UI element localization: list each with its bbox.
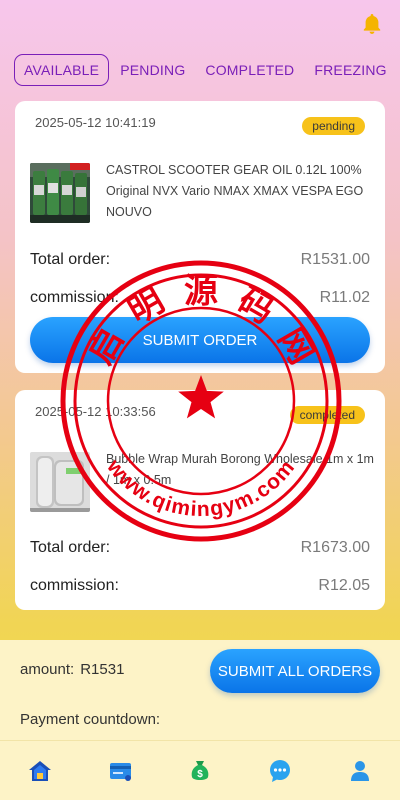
submit-all-orders-button[interactable]: SUBMIT ALL ORDERS — [210, 649, 380, 693]
user-icon — [351, 760, 369, 781]
status-badge: pending — [302, 117, 365, 135]
submit-order-button[interactable]: SUBMIT ORDER — [30, 317, 370, 363]
amount-label: amount: — [20, 661, 75, 678]
commission-label: commission: — [30, 289, 119, 306]
total-order-label: Total order: — [30, 251, 111, 268]
order-card: 2025-05-12 10:33:56 completed Bubble Wra… — [15, 390, 385, 610]
amount-display: amount: R1531 — [20, 661, 124, 678]
commission-row: commission: R11.02 — [30, 289, 370, 307]
tab-available[interactable]: AVAILABLE — [14, 54, 110, 86]
wallet-card-icon — [110, 762, 131, 781]
money-bag-icon: $ — [191, 760, 209, 780]
total-order-value: R1673.00 — [300, 539, 370, 556]
commission-row: commission: R12.05 — [30, 577, 370, 595]
home-icon — [29, 760, 51, 781]
nav-messages[interactable] — [260, 751, 300, 791]
product-image — [30, 452, 90, 512]
total-order-label: Total order: — [30, 539, 111, 556]
product-name: Bubble Wrap Murah Borong Wholesale 1m x … — [106, 452, 374, 487]
tab-pending[interactable]: PENDING — [111, 55, 194, 85]
commission-label: commission: — [30, 577, 119, 594]
notification-bell-icon[interactable] — [360, 12, 384, 36]
order-card: 2025-05-12 10:41:19 pending CASTROL SCOO… — [15, 101, 385, 373]
tab-completed[interactable]: COMPLETED — [196, 55, 303, 85]
product-image — [30, 163, 90, 223]
order-timestamp: 2025-05-12 10:33:56 — [35, 404, 156, 419]
status-tabs: AVAILABLE PENDING COMPLETED FREEZING — [14, 54, 398, 86]
status-badge: completed — [289, 406, 365, 424]
order-timestamp: 2025-05-12 10:41:19 — [35, 115, 156, 130]
order-summary-panel: amount: R1531 SUBMIT ALL ORDERS Payment c… — [0, 640, 400, 740]
payment-countdown-label: Payment countdown: — [20, 711, 161, 728]
total-order-value: R1531.00 — [300, 251, 370, 268]
total-order-row: Total order: R1531.00 — [30, 251, 370, 269]
svg-text:$: $ — [197, 769, 203, 780]
commission-value: R11.02 — [319, 289, 370, 306]
total-order-row: Total order: R1673.00 — [30, 539, 370, 557]
commission-value: R12.05 — [318, 577, 370, 594]
amount-value: R1531 — [80, 661, 125, 678]
chat-icon — [270, 759, 290, 782]
nav-home[interactable] — [20, 751, 60, 791]
product-name: CASTROL SCOOTER GEAR OIL 0.12L 100% Orig… — [106, 163, 364, 219]
bottom-nav: $ — [0, 740, 400, 800]
nav-orders[interactable] — [100, 751, 140, 791]
tab-freezing[interactable]: FREEZING — [305, 55, 395, 85]
nav-profile[interactable] — [340, 751, 380, 791]
nav-wallet[interactable]: $ — [180, 751, 220, 791]
